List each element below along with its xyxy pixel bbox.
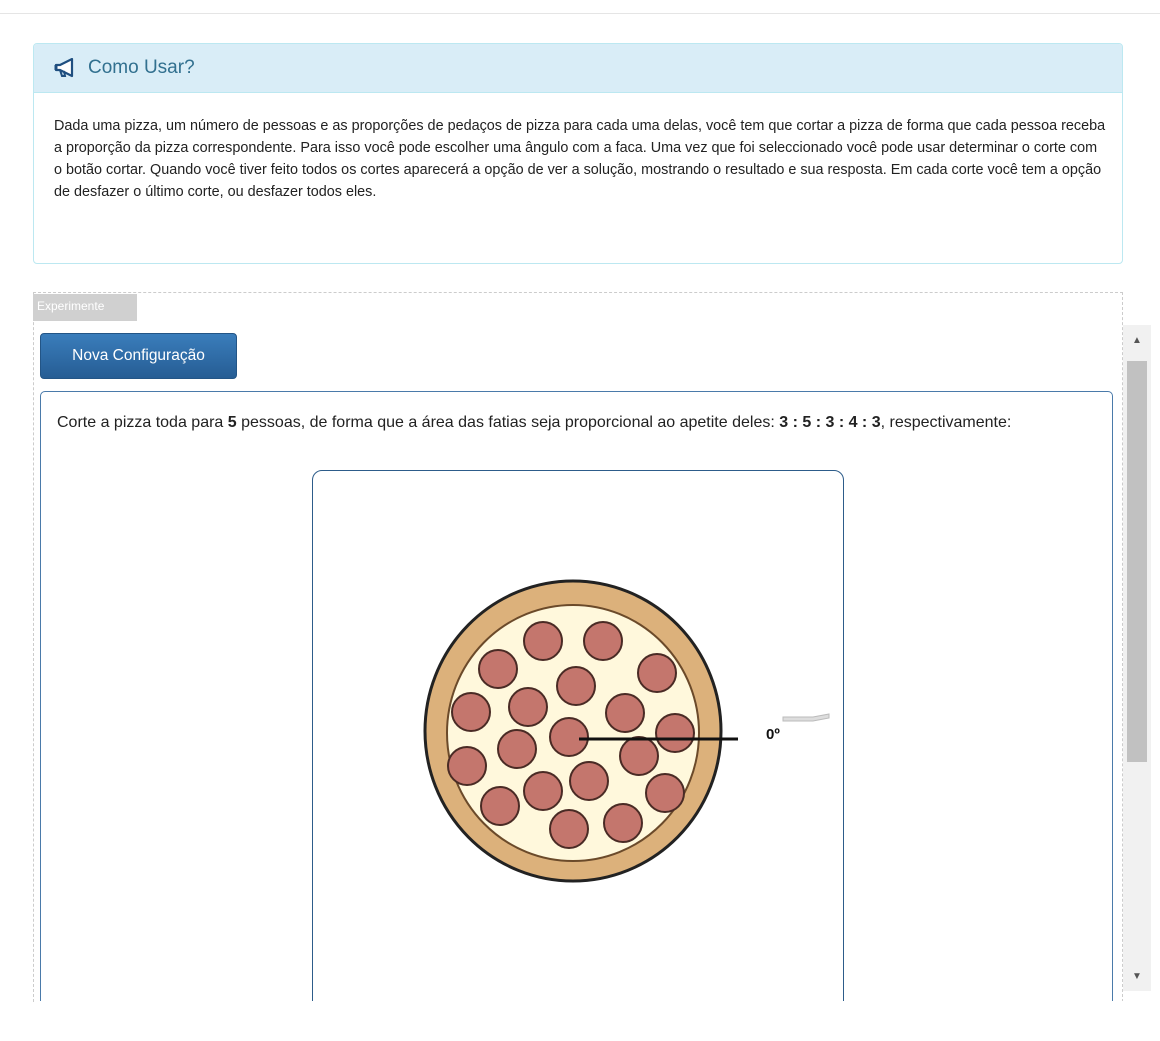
- pepperoni-5: [637, 653, 677, 693]
- pizza-canvas[interactable]: 0º: [312, 470, 844, 1030]
- pepperoni-1: [523, 621, 563, 661]
- knife-icon[interactable]: [782, 713, 830, 722]
- pepperoni-12: [447, 746, 487, 786]
- question-middle: pessoas, de forma que a área das fatias …: [236, 414, 780, 431]
- pepperoni-17: [480, 786, 520, 826]
- new-configuration-button[interactable]: Nova Configuração: [40, 333, 237, 379]
- pepperoni-7: [605, 693, 645, 733]
- arrow-down-icon[interactable]: ▼: [1123, 961, 1151, 991]
- pepperoni-4: [556, 666, 596, 706]
- how-to-use-panel: Como Usar? Dada uma pizza, um número de …: [33, 43, 1123, 264]
- pepperoni-8: [451, 692, 491, 732]
- page-bottom-margin: [34, 1001, 1134, 1041]
- top-divider: [0, 13, 1160, 14]
- pepperoni-18: [603, 803, 643, 843]
- pepperoni-13: [619, 736, 659, 776]
- question-prefix: Corte a pizza toda para: [57, 414, 228, 431]
- pizza-svg[interactable]: [313, 471, 845, 1031]
- pepperoni-15: [523, 771, 563, 811]
- question-text: Corte a pizza toda para 5 pessoas, de fo…: [57, 412, 1107, 434]
- angle-label: 0º: [766, 726, 780, 743]
- question-suffix: , respectivamente:: [880, 414, 1012, 431]
- how-to-use-text: Dada uma pizza, um número de pessoas e a…: [54, 118, 1106, 200]
- pepperoni-11: [497, 729, 537, 769]
- arrow-up-icon[interactable]: ▲: [1123, 325, 1151, 355]
- pepperoni-6: [508, 687, 548, 727]
- scrollbar-thumb[interactable]: [1127, 361, 1147, 762]
- pepperoni-19: [549, 809, 589, 849]
- people-count: 5: [227, 414, 237, 431]
- bullhorn-icon: [54, 58, 74, 78]
- question-panel: Corte a pizza toda para 5 pessoas, de fo…: [40, 391, 1113, 1030]
- appetite-ratios: 3 : 5 : 3 : 4 : 3: [779, 414, 881, 431]
- pepperoni-14: [569, 761, 609, 801]
- pepperoni-9: [655, 713, 695, 753]
- pepperoni-2: [583, 621, 623, 661]
- experiment-legend: Experimente: [33, 294, 137, 321]
- pepperoni-16: [645, 773, 685, 813]
- pepperoni-3: [478, 649, 518, 689]
- how-to-use-title: Como Usar?: [88, 57, 195, 78]
- experiment-scrollbar[interactable]: ▲ ▼: [1123, 325, 1151, 991]
- how-to-use-heading: Como Usar?: [34, 44, 1122, 93]
- pepperoni-10: [549, 717, 589, 757]
